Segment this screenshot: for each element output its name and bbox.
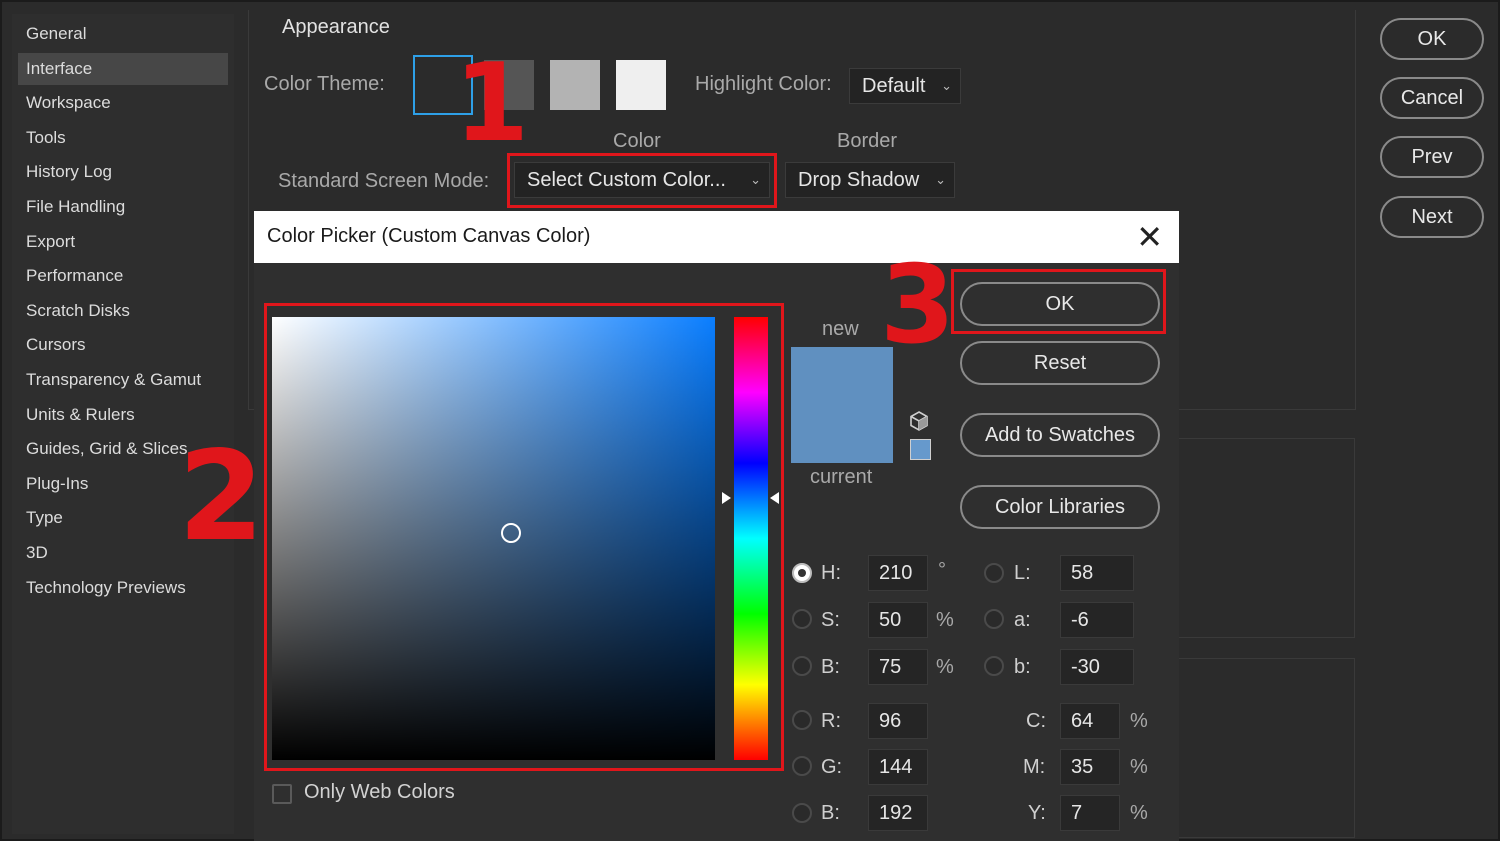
- green-label: G:: [821, 756, 843, 778]
- sidebar-item[interactable]: Performance: [18, 260, 228, 292]
- lab-b-input[interactable]: -30: [1060, 649, 1134, 685]
- prefs-ok-button[interactable]: OK: [1380, 18, 1484, 60]
- lab-a-input[interactable]: -6: [1060, 602, 1134, 638]
- appearance-title: Appearance: [282, 16, 390, 38]
- annotation-box-ok-button: [951, 269, 1166, 334]
- lab-l-radio[interactable]: [984, 563, 1004, 583]
- prefs-cancel-button[interactable]: Cancel: [1380, 77, 1484, 119]
- add-to-swatches-button[interactable]: Add to Swatches: [960, 413, 1160, 457]
- lab-l-input[interactable]: 58: [1060, 555, 1134, 591]
- screen-mode-border-dropdown[interactable]: Drop Shadow ⌄: [785, 162, 955, 198]
- yellow-input[interactable]: 7: [1060, 795, 1120, 831]
- yellow-unit: %: [1130, 802, 1148, 824]
- picker-reset-button[interactable]: Reset: [960, 341, 1160, 385]
- hue-label: H:: [821, 562, 841, 584]
- lab-a-radio[interactable]: [984, 609, 1004, 629]
- new-color-preview: [791, 347, 893, 405]
- sidebar-item[interactable]: File Handling: [18, 191, 228, 223]
- saturation-radio[interactable]: [792, 609, 812, 629]
- prefs-prev-button[interactable]: Prev: [1380, 136, 1484, 178]
- lab-b-radio[interactable]: [984, 656, 1004, 676]
- brightness-label: B:: [821, 656, 840, 678]
- annotation-box-color-field: [264, 303, 784, 771]
- lab-b-label: b:: [1014, 656, 1031, 678]
- prefs-next-button[interactable]: Next: [1380, 196, 1484, 238]
- border-column-header: Border: [837, 130, 898, 152]
- color-libraries-button[interactable]: Color Libraries: [960, 485, 1160, 529]
- close-icon[interactable]: ✕: [1136, 217, 1163, 257]
- highlight-color-dropdown[interactable]: Default ⌄: [849, 68, 961, 104]
- blue-input[interactable]: 192: [868, 795, 928, 831]
- saturation-unit: %: [936, 609, 954, 631]
- dialog-title: Color Picker (Custom Canvas Color): [267, 225, 591, 247]
- brightness-unit: %: [936, 656, 954, 678]
- hue-unit: °: [938, 559, 946, 581]
- new-color-label: new: [822, 318, 859, 340]
- current-color-label: current: [810, 466, 873, 488]
- screen-mode-border-value: Drop Shadow: [798, 169, 920, 191]
- sidebar-item[interactable]: General: [18, 18, 228, 50]
- red-radio[interactable]: [792, 710, 812, 730]
- screen-mode-label: Standard Screen Mode:: [278, 170, 490, 192]
- color-theme-label: Color Theme:: [264, 73, 385, 95]
- annotation-number-three: 3: [880, 243, 956, 368]
- theme-swatch-light[interactable]: [550, 60, 600, 110]
- annotation-box-screen-mode: [507, 153, 777, 208]
- chevron-down-icon: ⌄: [941, 78, 952, 93]
- saturation-input[interactable]: 50: [868, 602, 928, 638]
- blue-label: B:: [821, 802, 840, 824]
- red-label: R:: [821, 710, 841, 732]
- lab-a-label: a:: [1014, 609, 1031, 631]
- sidebar-item[interactable]: Interface: [18, 52, 228, 85]
- sidebar-item[interactable]: Workspace: [18, 87, 228, 119]
- brightness-radio[interactable]: [792, 656, 812, 676]
- annotation-number-one: 1: [454, 41, 530, 166]
- red-input[interactable]: 96: [868, 703, 928, 739]
- sidebar-item[interactable]: Tools: [18, 122, 228, 154]
- sidebar-item[interactable]: Scratch Disks: [18, 295, 228, 327]
- yellow-label: Y:: [1028, 802, 1046, 824]
- sidebar-item[interactable]: History Log: [18, 156, 228, 188]
- sidebar-item[interactable]: Cursors: [18, 329, 228, 361]
- panel-section-box: [1177, 658, 1355, 838]
- lab-l-label: L:: [1014, 562, 1031, 584]
- websafe-color-swatch[interactable]: [910, 439, 931, 460]
- green-input[interactable]: 144: [868, 749, 928, 785]
- dialog-titlebar: Color Picker (Custom Canvas Color) ✕: [254, 211, 1179, 263]
- blue-radio[interactable]: [792, 803, 812, 823]
- preferences-sidebar: General Interface Workspace Tools History Lo…: [12, 14, 234, 834]
- sidebar-item[interactable]: Export: [18, 226, 228, 258]
- cyan-unit: %: [1130, 710, 1148, 732]
- panel-section-box: [1177, 438, 1355, 638]
- green-radio[interactable]: [792, 756, 812, 776]
- brightness-input[interactable]: 75: [868, 649, 928, 685]
- theme-swatch-lightest[interactable]: [616, 60, 666, 110]
- annotation-number-two: 2: [178, 425, 265, 569]
- sidebar-item[interactable]: Technology Previews: [18, 572, 228, 604]
- cyan-label: C:: [1026, 710, 1046, 732]
- hue-radio[interactable]: [792, 563, 812, 583]
- magenta-label: M:: [1023, 756, 1046, 778]
- highlight-color-value: Default: [862, 75, 926, 97]
- current-color-preview[interactable]: [791, 405, 893, 463]
- chevron-down-icon: ⌄: [935, 172, 946, 187]
- magenta-unit: %: [1130, 756, 1148, 778]
- color-column-header: Color: [613, 130, 661, 152]
- hue-input[interactable]: 210: [868, 555, 928, 591]
- magenta-input[interactable]: 35: [1060, 749, 1120, 785]
- highlight-color-label: Highlight Color:: [695, 73, 832, 95]
- sidebar-item[interactable]: Transparency & Gamut: [18, 364, 228, 396]
- cyan-input[interactable]: 64: [1060, 703, 1120, 739]
- saturation-label: S:: [821, 609, 840, 631]
- only-web-colors-checkbox[interactable]: [272, 784, 292, 804]
- only-web-colors-label: Only Web Colors: [304, 781, 455, 803]
- cube-icon: [910, 411, 928, 431]
